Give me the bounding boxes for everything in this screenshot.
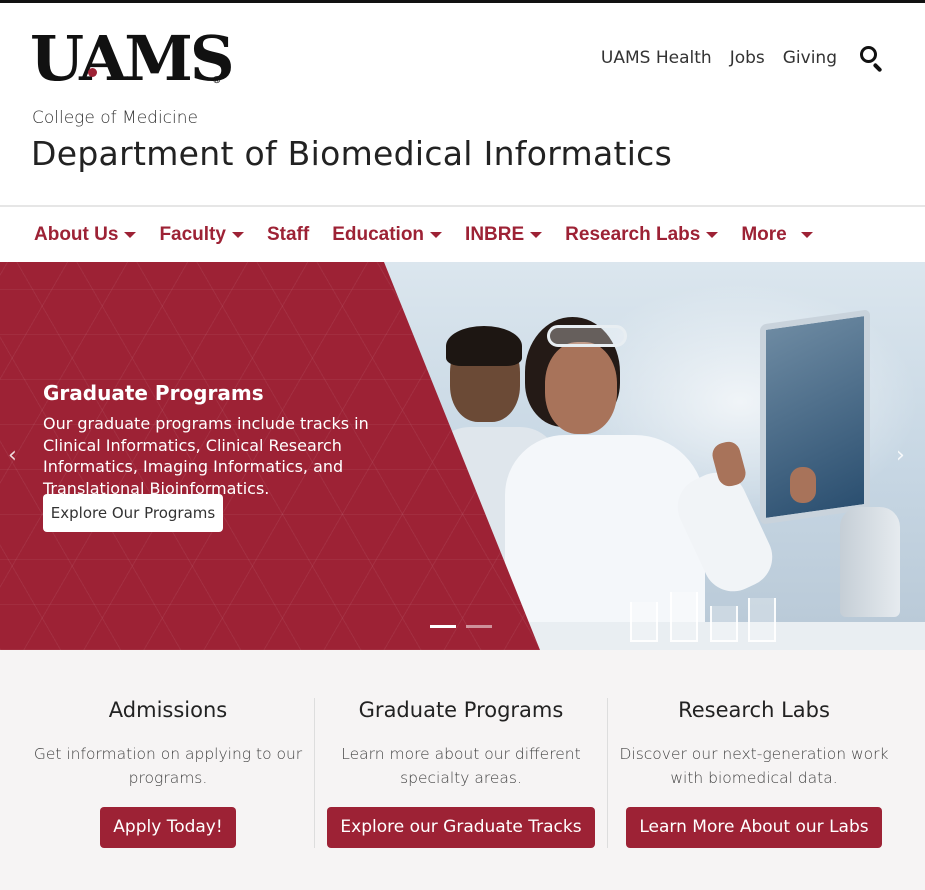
hero-title: Graduate Programs	[43, 381, 264, 405]
nav-item-staff[interactable]: Staff	[267, 224, 309, 246]
hero-carousel: Graduate Programs Our graduate programs …	[0, 262, 925, 650]
chevron-right-icon[interactable]: ›	[896, 444, 912, 468]
photo-beakers	[620, 582, 790, 642]
college-name[interactable]: College of Medicine	[32, 108, 198, 128]
caret-down-icon	[800, 231, 813, 238]
caret-down-icon	[530, 231, 543, 238]
feature-cards: Admissions Get information on applying t…	[0, 650, 925, 890]
search-icon-ring	[860, 46, 877, 63]
nav-label: Research Labs	[565, 223, 701, 245]
photo-person-head	[545, 342, 617, 434]
apply-today-button[interactable]: Apply Today!	[100, 807, 236, 848]
nav-item-inbre[interactable]: INBRE	[465, 223, 543, 246]
search-icon[interactable]	[859, 45, 885, 73]
logo-text: UAMS	[30, 22, 235, 95]
hero-text: Our graduate programs include tracks in …	[43, 414, 369, 498]
photo-monitor-stand	[840, 507, 900, 617]
department-title[interactable]: Department of Biomedical Informatics	[31, 134, 672, 173]
caret-down-icon	[124, 231, 137, 238]
photo-beaker	[630, 602, 658, 642]
nav-label: Staff	[266, 223, 310, 245]
photo-hand	[790, 467, 816, 503]
card-research-labs: Research Labs Discover our next-generati…	[608, 698, 900, 850]
carousel-indicator-2[interactable]	[466, 625, 492, 628]
explore-programs-button[interactable]: Explore Our Programs	[43, 494, 223, 532]
nav-item-faculty[interactable]: Faculty	[159, 224, 244, 246]
main-nav: About Us Faculty Staff Education INBRE R…	[0, 205, 925, 262]
photo-beaker	[670, 592, 698, 642]
card-text: Get information on applying to our progr…	[33, 745, 303, 787]
caret-down-icon	[430, 231, 443, 238]
nav-label: Faculty	[159, 223, 226, 245]
photo-goggles	[547, 325, 627, 347]
nav-label: More	[741, 223, 787, 245]
caret-down-icon	[706, 231, 719, 238]
photo-beaker	[710, 606, 738, 642]
nav-label: Education	[332, 223, 425, 245]
site-header: UAMS ® College of Medicine Department of…	[0, 3, 925, 205]
utility-link-uams-health[interactable]: UAMS Health	[601, 48, 712, 68]
card-title: Graduate Programs	[358, 698, 564, 722]
card-title: Admissions	[108, 698, 228, 722]
photo-beaker	[748, 598, 776, 642]
nav-item-education[interactable]: Education	[332, 223, 443, 246]
carousel-indicator-1[interactable]	[430, 625, 456, 628]
utility-link-giving[interactable]: Giving	[783, 48, 837, 68]
card-admissions: Admissions Get information on applying t…	[22, 698, 314, 850]
utility-link-jobs[interactable]: Jobs	[730, 48, 765, 68]
uams-logo[interactable]: UAMS ®	[30, 28, 235, 90]
utility-nav: UAMS Health Jobs Giving	[601, 45, 885, 73]
chevron-left-icon[interactable]: ‹	[8, 444, 24, 468]
nav-label: INBRE	[465, 223, 525, 245]
card-text: Discover our next-generation work with b…	[619, 745, 889, 787]
registered-mark-icon: ®	[213, 75, 221, 86]
nav-item-more[interactable]: More	[741, 223, 813, 246]
caret-down-icon	[231, 231, 244, 238]
learn-more-labs-button[interactable]: Learn More About our Labs	[626, 807, 882, 848]
nav-item-about-us[interactable]: About Us	[34, 223, 137, 246]
logo-dot-icon	[88, 68, 97, 77]
card-text: Learn more about our different specialty…	[341, 745, 581, 787]
explore-graduate-tracks-button[interactable]: Explore our Graduate Tracks	[327, 807, 595, 848]
nav-label: About Us	[34, 223, 119, 245]
search-icon-handle	[872, 62, 883, 73]
card-title: Research Labs	[678, 698, 830, 722]
card-graduate-programs: Graduate Programs Learn more about our d…	[315, 698, 607, 850]
nav-item-research-labs[interactable]: Research Labs	[565, 223, 719, 246]
